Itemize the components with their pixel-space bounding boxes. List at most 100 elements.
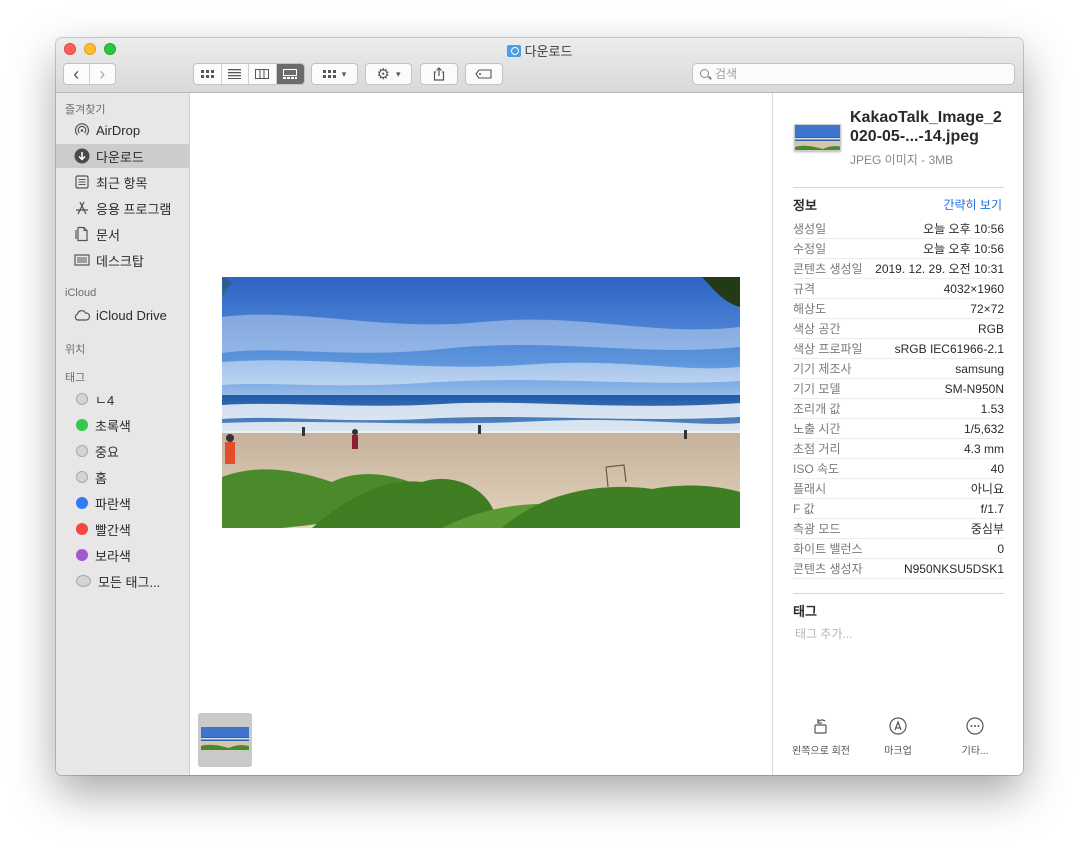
- tags-button[interactable]: [465, 63, 503, 85]
- sidebar-tags-header[interactable]: 태그: [65, 369, 85, 385]
- group-by-button[interactable]: ▾: [311, 63, 358, 85]
- metadata-row: 해상도 72×72: [793, 299, 1004, 319]
- metadata-value: 오늘 오후 10:56: [923, 222, 1004, 236]
- metadata-value: 아니요: [970, 482, 1004, 496]
- metadata-key: 노출 시간: [793, 422, 841, 436]
- metadata-value: sRGB IEC61966-2.1: [894, 341, 1004, 356]
- more-icon: [965, 716, 985, 736]
- show-less-link[interactable]: 간략히 보기: [943, 196, 1002, 213]
- metadata-key: 콘텐츠 생성일: [793, 262, 863, 276]
- action-menu-button[interactable]: ⚙ ▾: [365, 63, 412, 85]
- sidebar-locations-header[interactable]: 위치: [65, 341, 85, 357]
- columns-icon: [255, 69, 270, 79]
- metadata-key: 초점 거리: [793, 442, 841, 456]
- metadata-key: 색상 프로파일: [793, 342, 863, 356]
- metadata-key: 측광 모드: [793, 522, 841, 536]
- sidebar-tag-item[interactable]: 초록색: [56, 413, 189, 437]
- sidebar-tag-item[interactable]: 빨간색: [56, 517, 189, 541]
- sidebar-tag-item[interactable]: 파란색: [56, 491, 189, 515]
- tag-color-dot: [76, 497, 88, 509]
- sidebar-item-recents[interactable]: 최근 항목: [56, 170, 189, 194]
- metadata-row: 규격 4032×1960: [793, 279, 1004, 299]
- toolbar: 다운로드 ‹ › ▾ ⚙ ▾ 검색: [56, 38, 1023, 93]
- metadata-row: 콘텐츠 생성일 2019. 12. 29. 오전 10:31: [793, 259, 1004, 279]
- metadata-row: 화이트 밸런스 0: [793, 539, 1004, 559]
- add-tags-field[interactable]: 태그 추가...: [795, 625, 853, 642]
- finder-window: 다운로드 ‹ › ▾ ⚙ ▾ 검색 즐겨찾기 AirDrop 다운로드 최근 항…: [56, 38, 1023, 775]
- metadata-value: 4.3 mm: [963, 441, 1004, 456]
- tag-color-dot: [76, 419, 88, 431]
- metadata-row: 측광 모드 중심부: [793, 519, 1004, 539]
- sidebar-tag-item[interactable]: ㄴ4: [56, 387, 189, 411]
- metadata-row: 플래시 아니요: [793, 479, 1004, 499]
- sidebar-item-downloads[interactable]: 다운로드: [56, 144, 189, 168]
- tag-color-dot: [76, 549, 88, 561]
- metadata-value: 중심부: [970, 522, 1004, 536]
- all-tags-icon: [76, 575, 91, 587]
- metadata-key: 화이트 밸런스: [793, 542, 863, 556]
- gallery-preview: [190, 93, 772, 775]
- markup-icon: [888, 716, 908, 736]
- sidebar-item-desktop[interactable]: 데스크탑: [56, 248, 189, 272]
- list-view-button[interactable]: [222, 64, 249, 84]
- share-button[interactable]: [420, 63, 458, 85]
- metadata-row: 생성일 오늘 오후 10:56: [793, 219, 1004, 239]
- divider: [793, 187, 1004, 188]
- sidebar-item-icloud-drive[interactable]: iCloud Drive: [56, 303, 189, 327]
- metadata-row: 노출 시간 1/5,632: [793, 419, 1004, 439]
- search-placeholder: 검색: [715, 67, 738, 81]
- airdrop-icon: [73, 122, 91, 138]
- sidebar-item-airdrop[interactable]: AirDrop: [56, 118, 189, 142]
- view-mode-control: [193, 63, 305, 85]
- metadata-value: 4032×1960: [943, 281, 1004, 296]
- sidebar-icloud-header: iCloud: [65, 287, 97, 299]
- rotate-left-button[interactable]: 왼쪽으로 회전: [783, 716, 859, 757]
- metadata-row: 색상 프로파일 sRGB IEC61966-2.1: [793, 339, 1004, 359]
- metadata-value: 0: [997, 541, 1004, 556]
- metadata-value: f/1.7: [980, 501, 1004, 516]
- download-icon: [73, 148, 91, 164]
- sidebar-tag-item[interactable]: 홈: [56, 465, 189, 489]
- metadata-row: 기기 모델 SM-N950N: [793, 379, 1004, 399]
- chevron-down-icon: ▾: [395, 68, 401, 79]
- beach-photo[interactable]: [222, 277, 740, 528]
- metadata-value: 1/5,632: [963, 421, 1004, 436]
- divider: [793, 593, 1004, 594]
- metadata-key: F 값: [793, 502, 815, 516]
- markup-button[interactable]: 마크업: [860, 716, 936, 757]
- metadata-value: samsung: [955, 361, 1004, 376]
- sidebar-tag-item[interactable]: 보라색: [56, 543, 189, 567]
- metadata-key: ISO 속도: [793, 462, 840, 476]
- thumbnail-selected[interactable]: [198, 713, 252, 767]
- more-actions-button[interactable]: 기타...: [937, 716, 1013, 757]
- icon-view-button[interactable]: [194, 64, 222, 84]
- metadata-row: 콘텐츠 생성자 N950NKSU5DSK1: [793, 559, 1004, 579]
- metadata-row: 초점 거리 4.3 mm: [793, 439, 1004, 459]
- applications-icon: [73, 200, 91, 216]
- download-folder-icon: [506, 45, 521, 57]
- chevron-down-icon: ▾: [341, 68, 347, 79]
- sidebar-item-applications[interactable]: 응용 프로그램: [56, 196, 189, 220]
- metadata-value: 2019. 12. 29. 오전 10:31: [875, 262, 1004, 276]
- tag-color-dot: [76, 523, 88, 535]
- sidebar-item-all-tags[interactable]: 모든 태그...: [56, 569, 189, 593]
- sidebar-item-documents[interactable]: 문서: [56, 222, 189, 246]
- column-view-button[interactable]: [249, 64, 277, 84]
- thumbnail-image: [201, 727, 249, 750]
- list-icon: [228, 69, 242, 79]
- tag-icon: [475, 69, 492, 79]
- back-button[interactable]: ‹: [64, 64, 90, 84]
- file-thumbnail: [794, 124, 841, 151]
- tags-header: 태그: [793, 604, 817, 619]
- metadata-value: 오늘 오후 10:56: [923, 242, 1004, 256]
- sidebar-tag-item[interactable]: 중요: [56, 439, 189, 463]
- forward-button[interactable]: ›: [90, 64, 115, 84]
- metadata-row: F 값 f/1.7: [793, 499, 1004, 519]
- metadata-row: 수정일 오늘 오후 10:56: [793, 239, 1004, 259]
- gallery-view-button[interactable]: [276, 64, 304, 84]
- search-input[interactable]: 검색: [692, 63, 1015, 85]
- cloud-icon: [73, 307, 91, 323]
- metadata-key: 해상도: [793, 302, 827, 316]
- gallery-icon: [283, 69, 298, 79]
- sidebar: 즐겨찾기 AirDrop 다운로드 최근 항목 응용 프로그램 문서 데스크탑 …: [56, 93, 190, 775]
